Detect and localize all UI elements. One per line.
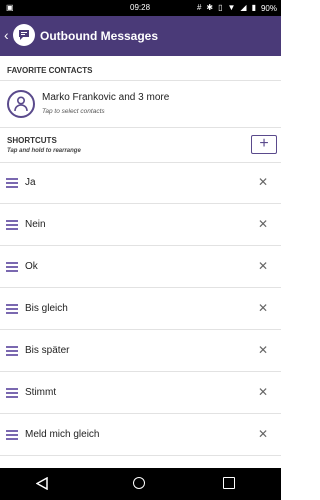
close-icon[interactable]: ✕ xyxy=(258,259,268,273)
shortcuts-hint: Tap and hold to rearrange xyxy=(7,148,81,154)
person-icon xyxy=(7,90,35,118)
nav-home-icon[interactable] xyxy=(133,477,145,489)
close-icon[interactable]: ✕ xyxy=(258,343,268,357)
list-item[interactable]: Ja ✕ xyxy=(0,162,281,204)
shortcuts-header: SHORTCUTS xyxy=(7,136,57,145)
item-label: Stimmt xyxy=(25,387,57,398)
close-icon[interactable]: ✕ xyxy=(258,301,268,315)
drag-handle-icon[interactable] xyxy=(6,346,18,356)
close-icon[interactable]: ✕ xyxy=(258,385,268,399)
bluetooth-icon: ✱ xyxy=(206,3,214,12)
drag-handle-icon[interactable] xyxy=(6,430,18,440)
vibrate-icon: ▯ xyxy=(218,3,223,12)
add-shortcut-button[interactable]: + xyxy=(251,135,277,154)
list-item[interactable]: Bis gleich ✕ xyxy=(0,288,281,330)
nav-recents-icon[interactable] xyxy=(223,477,235,489)
page-title: Outbound Messages xyxy=(40,29,159,43)
battery-icon: ▮ xyxy=(251,3,256,12)
list-item[interactable]: Stimmt ✕ xyxy=(0,372,281,414)
chat-bubble-icon[interactable] xyxy=(13,24,35,46)
divider xyxy=(0,127,281,128)
close-icon[interactable]: ✕ xyxy=(258,427,268,441)
drag-handle-icon[interactable] xyxy=(6,220,18,230)
nav-bar xyxy=(0,468,281,500)
drag-handle-icon[interactable] xyxy=(6,388,18,398)
list-item[interactable]: Bis später ✕ xyxy=(0,330,281,372)
battery-percent: 90% xyxy=(260,3,277,13)
drag-handle-icon[interactable] xyxy=(6,304,18,314)
image-icon: ▣ xyxy=(6,3,14,12)
list-item[interactable]: Nein ✕ xyxy=(0,204,281,246)
item-label: Meld mich gleich xyxy=(25,429,100,440)
app-bar: ‹ Outbound Messages xyxy=(0,16,281,56)
item-label: Ja xyxy=(25,177,36,188)
status-icons: # ✱ ▯ ▼ ◢ ▮ 90% xyxy=(197,3,277,13)
status-time: 09:28 xyxy=(130,3,151,12)
wifi-icon: ▼ xyxy=(227,3,236,12)
favorite-contacts-row[interactable]: Marko Frankovic and 3 more Tap to select… xyxy=(0,84,281,124)
nav-back-icon[interactable] xyxy=(35,476,48,495)
divider xyxy=(0,80,281,81)
contact-name: Marko Frankovic and 3 more xyxy=(42,92,170,103)
drag-handle-icon[interactable] xyxy=(6,178,18,188)
close-icon[interactable]: ✕ xyxy=(258,175,268,189)
drag-handle-icon[interactable] xyxy=(6,262,18,272)
item-label: Bis später xyxy=(25,345,70,356)
back-arrow-icon[interactable]: ‹ xyxy=(4,27,9,43)
hashtag-icon: # xyxy=(196,3,202,12)
contact-hint: Tap to select contacts xyxy=(42,108,105,115)
list-item[interactable]: Ok ✕ xyxy=(0,246,281,288)
close-icon[interactable]: ✕ xyxy=(258,217,268,231)
item-label: Ok xyxy=(25,261,38,272)
status-bar: ▣ 09:28 # ✱ ▯ ▼ ◢ ▮ 90% xyxy=(0,0,281,16)
item-label: Nein xyxy=(25,219,46,230)
item-label: Bis gleich xyxy=(25,303,68,314)
favorites-header: FAVORITE CONTACTS xyxy=(7,66,93,75)
list-item[interactable]: Meld mich gleich ✕ xyxy=(0,414,281,456)
signal-icon: ◢ xyxy=(240,3,247,12)
